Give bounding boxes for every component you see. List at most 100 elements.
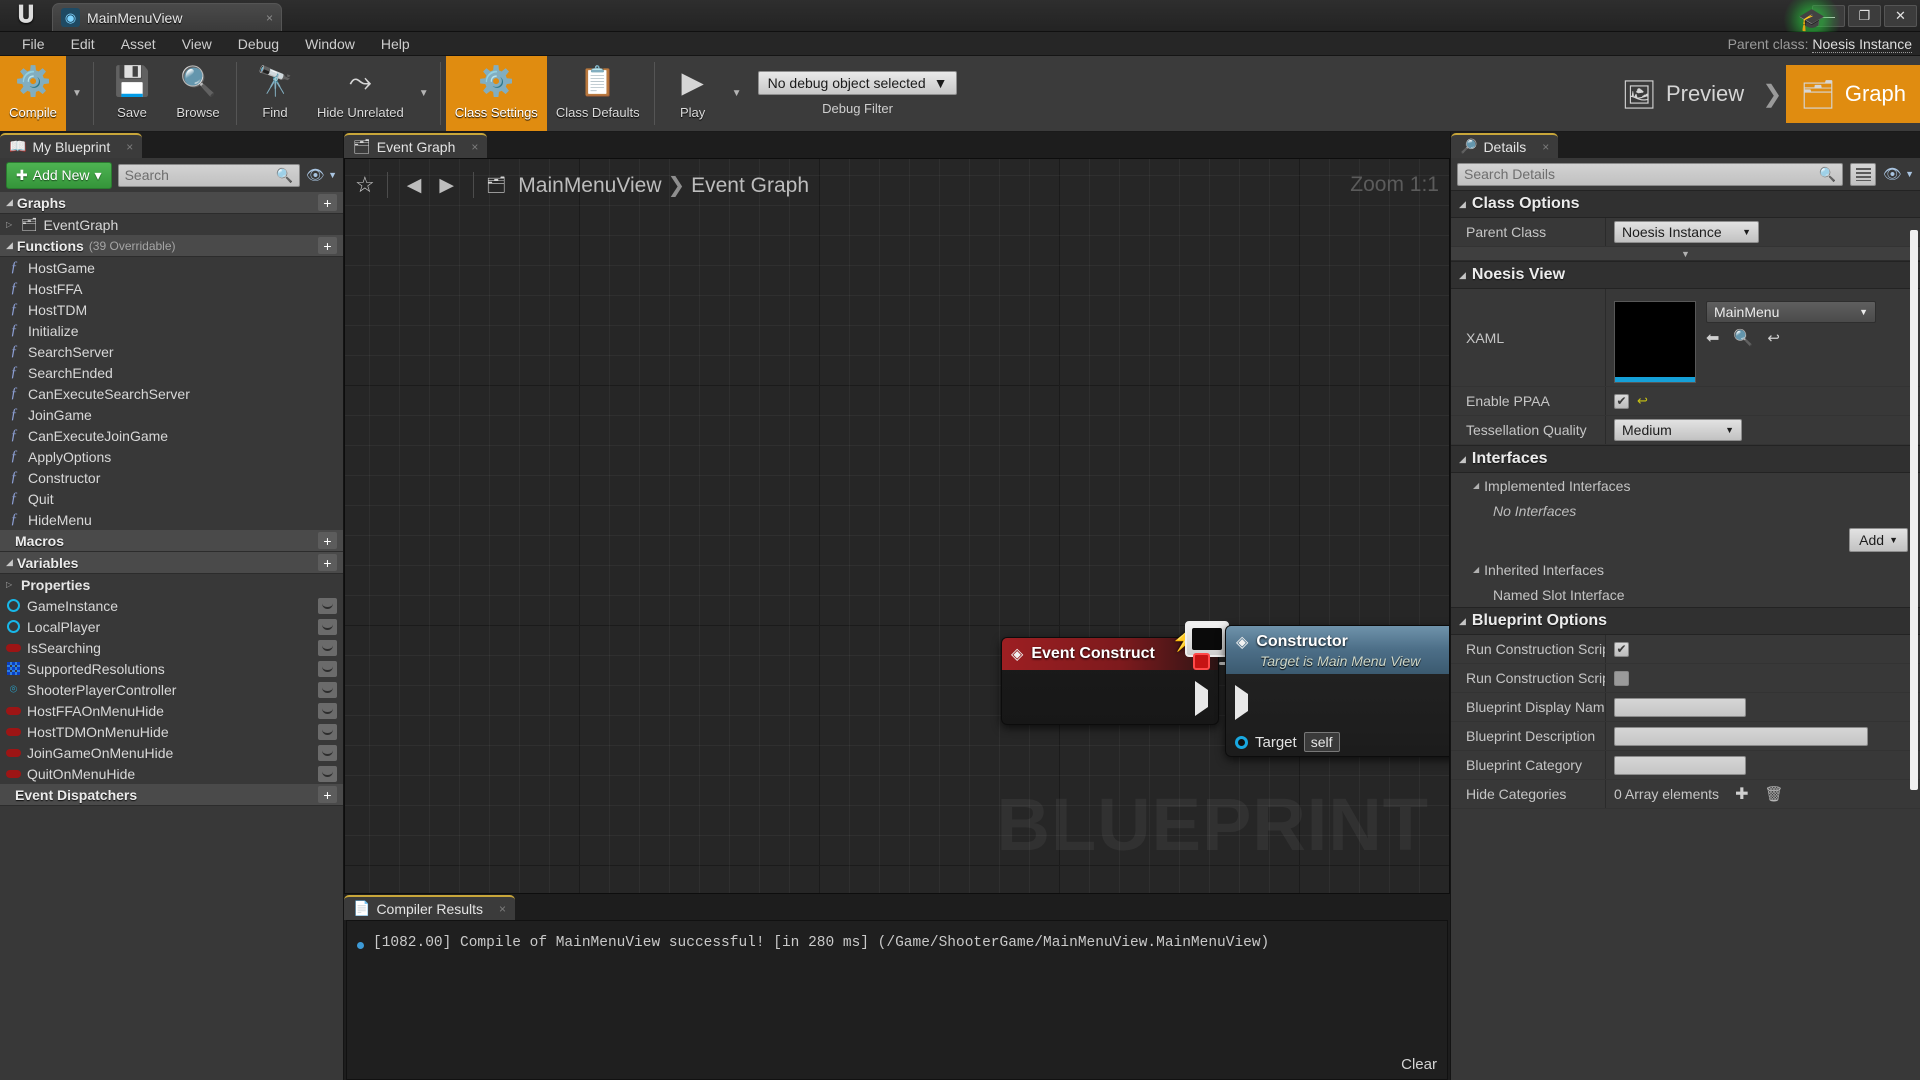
mode-preview-button[interactable]: 🖼 Preview <box>1607 65 1758 123</box>
mode-graph-button[interactable]: 🗂 Graph <box>1786 65 1920 123</box>
find-button[interactable]: 🔭 Find <box>242 56 308 131</box>
close-button[interactable]: ✕ <box>1884 5 1917 27</box>
function-item-joingame[interactable]: ƒ JoinGame <box>0 404 343 425</box>
add-event-dispatcher-button[interactable]: + <box>318 786 337 803</box>
variable-item-hosttdmonmenuhide[interactable]: HostTDMOnMenuHide <box>0 721 343 742</box>
variable-item-supportedresolutions[interactable]: SupportedResolutions <box>0 658 343 679</box>
section-functions[interactable]: ◢ Functions (39 Overridable) + <box>0 235 343 257</box>
details-search-input[interactable]: Search Details 🔍 <box>1457 162 1844 186</box>
function-item-constructor[interactable]: ƒ Constructor <box>0 467 343 488</box>
class-defaults-button[interactable]: 📋 Class Defaults <box>547 56 649 131</box>
compile-options-chevron-down-icon[interactable]: ▼ <box>66 56 88 131</box>
function-item-quit[interactable]: ƒ Quit <box>0 488 343 509</box>
breadcrumb-root[interactable]: MainMenuView <box>518 174 661 197</box>
tab-my-blueprint-close-icon[interactable]: × <box>126 140 133 154</box>
save-button[interactable]: 💾 Save <box>99 56 165 131</box>
function-item-canexecutejoingame[interactable]: ƒ CanExecuteJoinGame <box>0 425 343 446</box>
variable-visibility-eye-closed-icon[interactable] <box>318 618 337 635</box>
variable-visibility-eye-closed-icon[interactable] <box>318 723 337 740</box>
details-view-options-button[interactable] <box>1850 162 1877 186</box>
variable-item-issearching[interactable]: IsSearching <box>0 637 343 658</box>
tab-details[interactable]: 🔎 Details × <box>1451 133 1559 158</box>
play-options-chevron-down-icon[interactable]: ▼ <box>726 56 748 131</box>
variable-visibility-eye-closed-icon[interactable] <box>318 702 337 719</box>
clear-log-button[interactable]: Clear <box>1401 1056 1437 1073</box>
debug-object-select[interactable]: No debug object selected ▼ <box>757 71 958 95</box>
variable-item-shooterplayercontroller[interactable]: ⌾ ShooterPlayerController <box>0 679 343 700</box>
graph-canvas[interactable]: ☆ ◀ ▶ 🗂 MainMenuView ❯ Event Graph Zoom 1:… <box>344 158 1450 894</box>
section-event-dispatchers[interactable]: Event Dispatchers + <box>0 784 343 806</box>
compiler-log[interactable]: [1082.00] Compile of MainMenuView succes… <box>346 920 1448 1080</box>
add-macro-button[interactable]: + <box>318 532 337 549</box>
function-item-hosttdm[interactable]: ƒ HostTDM <box>0 299 343 320</box>
add-array-element-plus-icon[interactable]: ✚ <box>1735 784 1748 804</box>
hide-unrelated-button[interactable]: ⤳ Hide Unrelated <box>308 56 413 131</box>
tab-event-graph-close-icon[interactable]: × <box>471 140 478 154</box>
tab-event-graph[interactable]: 🗂 Event Graph × <box>344 133 488 158</box>
menu-item-view[interactable]: View <box>170 34 224 54</box>
class-settings-button[interactable]: ⚙️ Class Settings <box>445 56 547 131</box>
tab-details-close-icon[interactable]: × <box>1542 140 1549 154</box>
function-item-canexecutesearchserver[interactable]: ƒ CanExecuteSearchServer <box>0 383 343 404</box>
bookmark-star-icon[interactable]: ☆ <box>355 172 375 198</box>
menu-item-help[interactable]: Help <box>369 34 422 54</box>
details-section-class-options[interactable]: ◢ Class Options <box>1451 190 1920 218</box>
compile-button[interactable]: ⚙️ Compile <box>0 56 66 131</box>
details-section-interfaces[interactable]: ◢ Interfaces <box>1451 445 1920 473</box>
menu-item-debug[interactable]: Debug <box>226 34 291 54</box>
use-selected-asset-arrow-icon[interactable]: ⬅ <box>1706 328 1719 348</box>
details-collapse-handle[interactable]: ▼ <box>1451 247 1920 261</box>
play-button[interactable]: ▶ Play <box>660 56 726 131</box>
details-visibility-filter-button[interactable]: 👁 ▼ <box>1883 165 1914 183</box>
variable-visibility-eye-closed-icon[interactable] <box>318 765 337 782</box>
tab-my-blueprint[interactable]: 📖 My Blueprint × <box>0 133 143 158</box>
function-item-searchended[interactable]: ƒ SearchEnded <box>0 362 343 383</box>
forward-arrow-icon[interactable]: ▶ <box>432 174 461 197</box>
tab-compiler-results[interactable]: 📄 Compiler Results × <box>344 895 516 920</box>
parent-class-link[interactable]: Noesis Instance <box>1812 35 1912 53</box>
compiler-log-line[interactable]: [1082.00] Compile of MainMenuView succes… <box>357 935 1437 951</box>
parent-class-select[interactable]: Noesis Instance ▼ <box>1614 221 1759 243</box>
browse-to-asset-magnifier-icon[interactable]: 🔍 <box>1733 328 1753 348</box>
menu-item-edit[interactable]: Edit <box>59 34 107 54</box>
variable-item-quitonmenuhide[interactable]: QuitOnMenuHide <box>0 763 343 784</box>
my-blueprint-search-input[interactable]: Search 🔍 <box>117 163 301 187</box>
variable-visibility-eye-closed-icon[interactable] <box>318 639 337 656</box>
xaml-thumbnail[interactable] <box>1614 300 1696 383</box>
details-scrollbar[interactable] <box>1910 230 1918 790</box>
maximize-button[interactable]: ❐ <box>1848 5 1881 27</box>
breadcrumb-leaf[interactable]: Event Graph <box>691 174 809 197</box>
hide-unrelated-chevron-down-icon[interactable]: ▼ <box>413 56 435 131</box>
inherited-interfaces-row[interactable]: ◢ Inherited Interfaces <box>1451 557 1920 582</box>
node-constructor-exec-in-pin[interactable] <box>1235 685 1248 720</box>
blueprint-display-name-input[interactable] <box>1614 697 1746 717</box>
variable-category-properties[interactable]: ▷ Properties <box>0 574 343 595</box>
add-function-button[interactable]: + <box>318 237 337 254</box>
variable-item-joingameonmenuhide[interactable]: JoinGameOnMenuHide <box>0 742 343 763</box>
reset-to-default-icon[interactable]: ↩ <box>1637 393 1648 409</box>
function-item-hidemenu[interactable]: ƒ HideMenu <box>0 509 343 530</box>
properties-expand-triangle-icon[interactable]: ▷ <box>6 580 15 589</box>
enable-ppaa-checkbox[interactable]: ✔ <box>1614 393 1629 409</box>
variable-item-gameinstance[interactable]: GameInstance <box>0 595 343 616</box>
details-section-blueprint-options[interactable]: ◢ Blueprint Options <box>1451 607 1920 635</box>
visibility-filter-button[interactable]: 👁 ▼ <box>306 166 337 184</box>
menu-item-window[interactable]: Window <box>293 34 367 54</box>
run-construction-script-checkbox-2[interactable] <box>1614 670 1629 686</box>
target-pin-value[interactable]: self <box>1303 732 1340 752</box>
reset-to-default-icon[interactable]: ↩ <box>1767 329 1780 347</box>
function-item-initialize[interactable]: ƒ Initialize <box>0 320 343 341</box>
asset-tab-mainmenuview[interactable]: ◉ MainMenuView × <box>52 3 282 31</box>
details-section-noesis-view[interactable]: ◢ Noesis View <box>1451 261 1920 289</box>
eventgraph-expand-triangle-icon[interactable]: ▷ <box>6 220 15 229</box>
asset-tab-close-icon[interactable]: × <box>266 11 273 25</box>
section-graphs[interactable]: ◢ Graphs + <box>0 192 343 214</box>
xaml-asset-select[interactable]: MainMenu ▼ <box>1706 300 1876 323</box>
back-arrow-icon[interactable]: ◀ <box>400 174 429 197</box>
function-item-applyoptions[interactable]: ƒ ApplyOptions <box>0 446 343 467</box>
function-item-hostffa[interactable]: ƒ HostFFA <box>0 278 343 299</box>
blueprint-category-input[interactable] <box>1614 755 1746 775</box>
function-item-hostgame[interactable]: ƒ HostGame <box>0 257 343 278</box>
tessellation-quality-select[interactable]: Medium ▼ <box>1614 419 1742 441</box>
add-graph-button[interactable]: + <box>318 194 337 211</box>
